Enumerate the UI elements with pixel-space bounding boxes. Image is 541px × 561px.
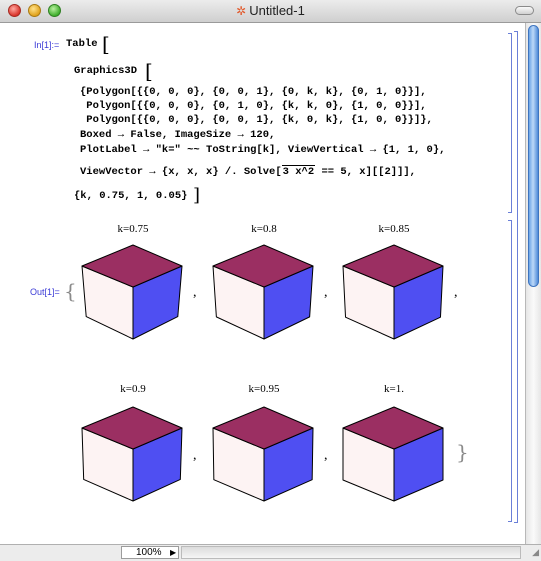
cube-plot[interactable] [339,405,449,505]
cube-plot[interactable] [209,405,319,505]
code-line-polygon-3[interactable]: Polygon[{{0, 0, 0}, {0, 0, 1}, {k, 0, k}… [80,114,433,126]
resize-grip-icon[interactable]: ◢ [532,547,539,558]
plot-label: k=0.85 [378,223,410,235]
title-bar[interactable]: ✲ Untitled-1 [0,0,541,23]
input-label: In[1]:= [34,40,60,50]
cube-plot[interactable] [78,405,188,505]
plot-label: k=0.9 [120,383,146,395]
separator-comma: , [193,448,197,463]
code-line-graphics3d[interactable]: Graphics3D [74,65,137,77]
separator-comma: , [454,285,458,300]
toolbar-toggle-button[interactable] [515,6,534,15]
code-line-table[interactable]: Table [66,38,98,50]
output-open-brace: { [64,279,77,303]
vertical-scrollbar[interactable] [525,23,541,544]
cube-plot[interactable] [78,243,188,343]
output-close-brace: } [456,440,469,464]
open-bracket: [ [102,32,110,56]
scroll-thumb[interactable] [528,25,539,287]
separator-comma: , [193,285,197,300]
document-icon: ✲ [236,4,247,18]
code-line-viewvector[interactable]: ViewVector → {x, x, x} /. Solve[3 x^2 ==… [80,165,416,178]
window-title: ✲ Untitled-1 [236,3,305,18]
notebook-area[interactable]: In[1]:= Table [ Graphics3D [ {Polygon[{{… [0,23,525,544]
output-cell-bracket[interactable] [508,220,512,522]
group-cell-bracket[interactable] [514,31,518,523]
close-bracket: ] [193,185,201,206]
plot-label: k=1. [384,383,404,395]
plot-label: k=0.8 [251,223,277,235]
code-line-iterator[interactable]: {k, 0.75, 1, 0.05} [74,190,187,202]
code-line-options-1[interactable]: Boxed → False, ImageSize → 120, [80,129,275,141]
plot-label: k=0.75 [117,223,149,235]
status-bar: 100% ▶ ◢ [0,544,541,561]
code-line-polygon-2[interactable]: Polygon[{{0, 0, 0}, {0, 1, 0}, {k, k, 0}… [80,100,426,112]
input-cell-bracket[interactable] [508,33,512,213]
code-line-options-2[interactable]: PlotLabel → "k=" ~~ ToString[k], ViewVer… [80,144,445,156]
zoom-control[interactable]: 100% ▶ [121,546,179,559]
cube-plot[interactable] [209,243,319,343]
separator-comma: , [324,448,328,463]
zoom-menu-arrow-icon[interactable]: ▶ [170,547,176,559]
horizontal-scrollbar[interactable] [181,546,521,559]
cube-plot[interactable] [339,243,449,343]
open-bracket: [ [145,59,153,83]
sqrt-box: 3 x^2 [281,165,316,178]
separator-comma: , [324,285,328,300]
code-line-polygon-1[interactable]: {Polygon[{{0, 0, 0}, {0, 0, 1}, {0, k, k… [80,86,427,98]
output-label: Out[1]= [30,287,60,297]
zoom-value: 100% [136,547,162,558]
plot-label: k=0.95 [248,383,280,395]
